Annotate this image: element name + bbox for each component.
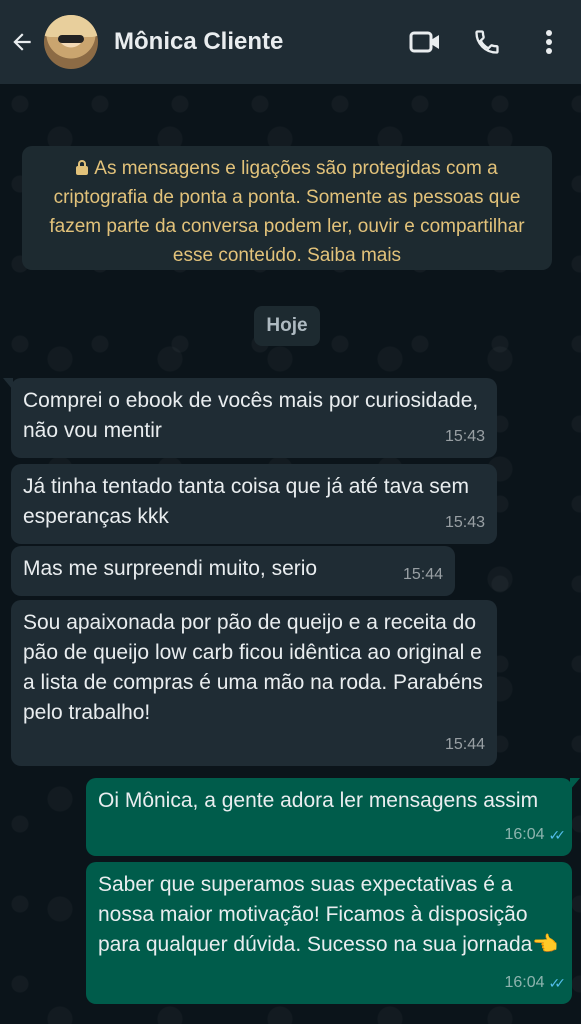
message-time: 16:04 ✓✓ xyxy=(504,820,567,850)
message-text: Sou apaixonada por pão de queijo e a rec… xyxy=(23,611,483,724)
message-text: Saber que superamos suas expectativas é … xyxy=(98,873,559,956)
avatar[interactable] xyxy=(44,15,98,69)
message-time: 15:43 xyxy=(444,428,485,445)
message-text: Comprei o ebook de vocês mais por curios… xyxy=(23,389,479,442)
message-time: 15:43 xyxy=(444,514,485,531)
message-bubble[interactable]: Comprei o ebook de vocês mais por curios… xyxy=(3,378,497,458)
message-text: Mas me surpreendi muito, serio xyxy=(23,557,318,580)
chat-header: Mônica Cliente xyxy=(0,0,581,84)
message-time: 16:04 ✓✓ xyxy=(504,968,567,998)
contact-name[interactable]: Mônica Cliente xyxy=(114,28,405,56)
back-arrow-icon[interactable] xyxy=(4,24,40,60)
more-options-icon[interactable] xyxy=(529,22,569,62)
message-bubble[interactable]: Saber que superamos suas expectativas é … xyxy=(86,862,572,1004)
message-text: Já tinha tentado tanta coisa que já até … xyxy=(23,475,469,528)
video-call-icon[interactable] xyxy=(405,22,445,62)
message-bubble[interactable]: Oi Mônica, a gente adora ler mensagens a… xyxy=(86,778,580,856)
message-time: 15:44 xyxy=(402,566,443,583)
message-text: Oi Mônica, a gente adora ler mensagens a… xyxy=(98,789,539,812)
message-bubble[interactable]: Já tinha tentado tanta coisa que já até … xyxy=(11,464,497,544)
encryption-notice[interactable]: As mensagens e ligações são protegidas c… xyxy=(22,146,552,270)
chat-area: As mensagens e ligações são protegidas c… xyxy=(0,84,581,1024)
message-time: 15:44 xyxy=(444,736,485,753)
read-receipt-icon: ✓✓ xyxy=(548,827,567,843)
message-bubble[interactable]: Sou apaixonada por pão de queijo e a rec… xyxy=(11,600,497,766)
message-bubble[interactable]: Mas me surpreendi muito, serio 15:44 xyxy=(11,546,455,596)
lock-icon xyxy=(76,160,89,175)
read-receipt-icon: ✓✓ xyxy=(548,975,567,991)
phone-call-icon[interactable] xyxy=(467,22,507,62)
date-chip: Hoje xyxy=(254,306,320,346)
encryption-notice-text: As mensagens e ligações são protegidas c… xyxy=(49,158,525,266)
